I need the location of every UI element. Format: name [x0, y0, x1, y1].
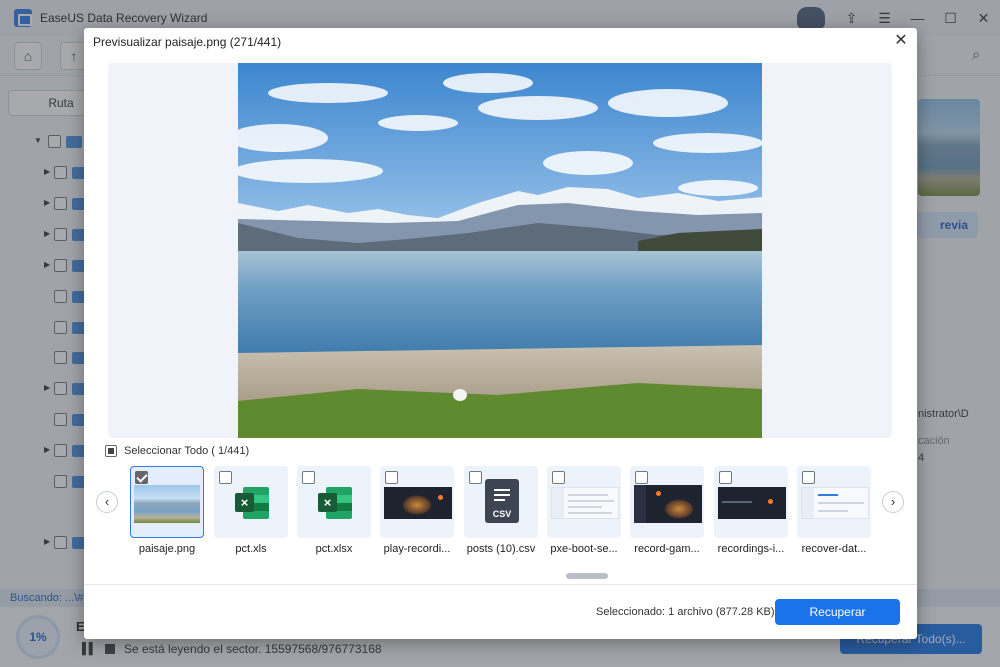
- screenshot-thumbnail: [801, 487, 869, 519]
- dialog-title: Previsualizar paisaje.png (271/441): [93, 35, 282, 49]
- thumbnail-checkbox[interactable]: [552, 471, 565, 484]
- thumbnail-item[interactable]: recordings-i...: [714, 466, 788, 555]
- thumbnail-item[interactable]: CSV posts (10).csv: [464, 466, 538, 555]
- thumbnail-item[interactable]: play-recordi...: [380, 466, 454, 555]
- thumbnail-name: pxe-boot-se...: [550, 543, 618, 555]
- thumbnail-item[interactable]: record-gam...: [630, 466, 704, 555]
- thumbnail-name: recordings-i...: [717, 543, 785, 555]
- thumbnail-item[interactable]: pxe-boot-se...: [547, 466, 621, 555]
- select-all-box[interactable]: [105, 445, 117, 457]
- csv-label: CSV: [492, 509, 512, 519]
- thumbnail-checkbox[interactable]: [302, 471, 315, 484]
- recover-button[interactable]: Recuperar: [775, 599, 900, 625]
- preview-dialog: Previsualizar paisaje.png (271/441) ✕ Se…: [84, 28, 917, 639]
- footer-divider: [84, 584, 917, 585]
- thumbnail-checkbox[interactable]: [469, 471, 482, 484]
- preview-image: [238, 63, 762, 438]
- previous-arrow-button[interactable]: ‹: [96, 491, 118, 513]
- thumbnail-checkbox[interactable]: [135, 471, 148, 484]
- thumbnail-strip: paisaje.png × pct.xls × pct.xlsx play-re…: [130, 466, 874, 566]
- next-arrow-button[interactable]: ›: [882, 491, 904, 513]
- photo-thumbnail: [134, 485, 200, 523]
- thumbnail-checkbox[interactable]: [719, 471, 732, 484]
- screenshot-thumbnail: [384, 487, 452, 519]
- thumbnail-checkbox[interactable]: [219, 471, 232, 484]
- thumbnail-name: record-gam...: [634, 543, 700, 555]
- thumbnail-checkbox[interactable]: [802, 471, 815, 484]
- select-all-checkbox[interactable]: Seleccionar Todo ( 1/441): [105, 444, 249, 458]
- screenshot-thumbnail: [718, 487, 786, 519]
- horizontal-scrollbar[interactable]: [566, 573, 608, 579]
- thumbnail-name: play-recordi...: [383, 543, 451, 555]
- thumbnail-item[interactable]: × pct.xls: [214, 466, 288, 555]
- thumbnail-name: paisaje.png: [138, 543, 196, 555]
- csv-file-icon: CSV: [485, 479, 519, 523]
- thumbnail-item[interactable]: paisaje.png: [130, 466, 204, 555]
- selected-info: Seleccionado: 1 archivo (877.28 KB): [596, 606, 775, 618]
- thumbnail-name: recover-dat...: [801, 543, 867, 555]
- thumbnail-checkbox[interactable]: [635, 471, 648, 484]
- screenshot-thumbnail: [634, 485, 702, 523]
- thumbnail-name: pct.xlsx: [315, 543, 353, 555]
- thumbnail-checkbox[interactable]: [385, 471, 398, 484]
- screenshot-thumbnail: [551, 487, 619, 519]
- select-all-label: Seleccionar Todo ( 1/441): [124, 445, 250, 457]
- excel-icon: ×: [318, 485, 354, 521]
- close-icon[interactable]: ✕: [891, 31, 911, 51]
- preview-area: [108, 63, 892, 438]
- thumbnail-name: posts (10).csv: [466, 543, 536, 555]
- excel-icon: ×: [235, 485, 271, 521]
- thumbnail-name: pct.xls: [235, 543, 267, 555]
- thumbnail-item[interactable]: × pct.xlsx: [297, 466, 371, 555]
- thumbnail-item[interactable]: recover-dat...: [797, 466, 871, 555]
